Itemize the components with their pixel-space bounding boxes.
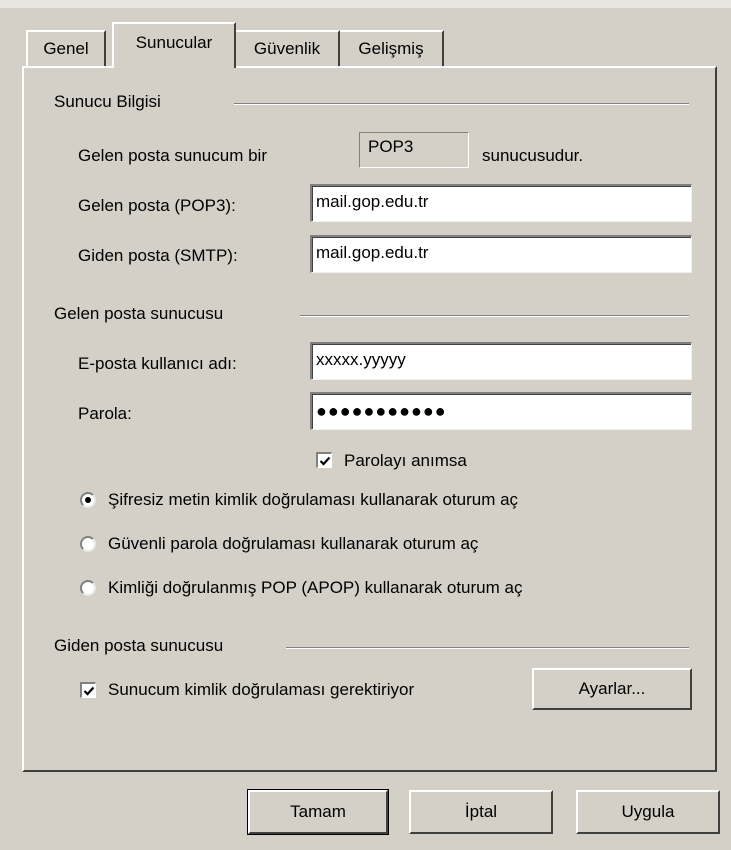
auth-option-apop-label: Kimliği doğrulanmış POP (APOP) kullanara…: [108, 578, 523, 597]
settings-button[interactable]: Ayarlar...: [532, 668, 692, 710]
check-icon: [83, 686, 94, 696]
username-label: E-posta kullanıcı adı:: [78, 354, 237, 373]
remember-password-label: Parolayı anımsa: [344, 451, 467, 470]
server-info-heading: Sunucu Bilgisi: [54, 92, 161, 111]
outgoing-server-heading: Giden posta sunucusu: [54, 636, 224, 655]
server-info-divider: [234, 103, 689, 105]
outgoing-server-divider: [286, 647, 689, 649]
auth-option-plaintext-radio[interactable]: [80, 492, 96, 508]
incoming-type-suffix: sunucusudur.: [482, 146, 584, 165]
incoming-server-label: Gelen posta (POP3):: [78, 196, 236, 215]
window-top-strip: [0, 0, 731, 8]
password-label: Parola:: [78, 404, 132, 423]
username-input[interactable]: xxxxx.yyyyy: [310, 342, 692, 380]
auth-option-plaintext-label: Şifresiz metin kimlik doğrulaması kullan…: [108, 490, 519, 509]
incoming-type-prefix: Gelen posta sunucum bir: [78, 146, 267, 165]
password-input[interactable]: ●●●●●●●●●●●: [310, 392, 692, 430]
check-icon: [319, 456, 330, 466]
ok-button[interactable]: Tamam: [247, 789, 389, 835]
tab-sunucular[interactable]: Sunucular: [112, 22, 236, 68]
incoming-server-heading: Gelen posta sunucusu: [54, 304, 224, 323]
auth-option-secure-radio[interactable]: [80, 536, 96, 552]
requires-auth-label: Sunucum kimlik doğrulaması gerektiriyor: [108, 680, 415, 699]
auth-option-apop-radio[interactable]: [80, 580, 96, 596]
radio-selected-dot: [85, 497, 91, 503]
requires-auth-checkbox[interactable]: [80, 682, 96, 698]
incoming-server-divider: [300, 315, 689, 317]
auth-option-secure-label: Güvenli parola doğrulaması kullanarak ot…: [108, 534, 479, 553]
tab-gelismis[interactable]: Gelişmiş: [338, 30, 444, 66]
outgoing-server-label: Giden posta (SMTP):: [78, 246, 238, 265]
outgoing-server-input[interactable]: mail.gop.edu.tr: [310, 235, 692, 273]
incoming-type-field: POP3: [359, 132, 469, 168]
incoming-server-input[interactable]: mail.gop.edu.tr: [310, 184, 692, 222]
tab-genel[interactable]: Genel: [26, 30, 106, 66]
apply-button[interactable]: Uygula: [576, 790, 720, 834]
remember-password-checkbox[interactable]: [316, 452, 332, 468]
tab-guvenlik[interactable]: Güvenlik: [234, 30, 340, 66]
cancel-button[interactable]: İptal: [409, 790, 553, 834]
tab-panel: Sunucu Bilgisi Gelen posta sunucum bir P…: [22, 66, 717, 772]
